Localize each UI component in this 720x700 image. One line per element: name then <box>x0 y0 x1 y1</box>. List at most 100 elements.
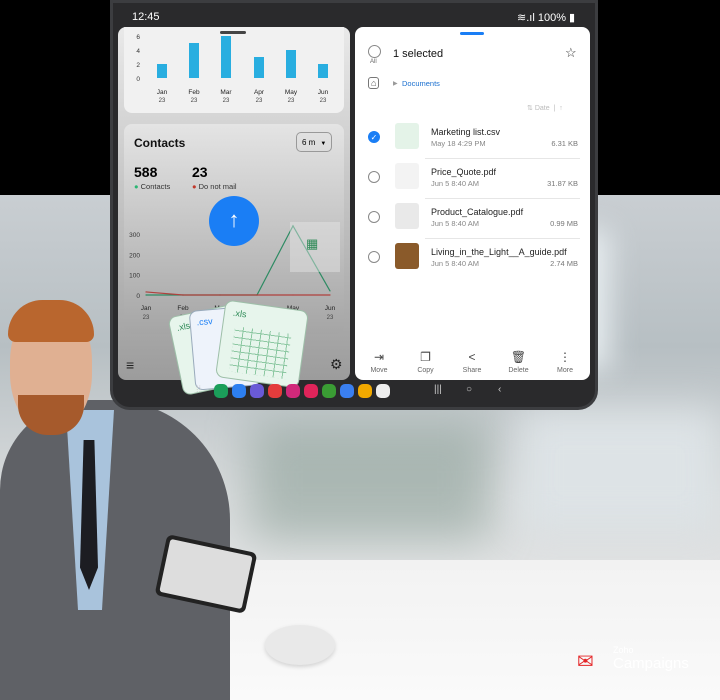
breadcrumb-documents[interactable]: Documents <box>402 79 440 88</box>
bixby-app-icon[interactable] <box>340 384 354 398</box>
select-all-checkbox[interactable] <box>368 45 381 58</box>
file-name: Marketing list.csv <box>431 127 501 137</box>
gear-icon[interactable]: ⚙ <box>330 356 343 373</box>
file-thumbnail <box>395 203 419 229</box>
bar-chart-card: 0 2 4 6 Jan 23 Feb 23 Mar 23 Apr 23 May 23 Jun 23 <box>124 27 344 113</box>
file-row[interactable]: ✓ Marketing list.csv May 18 4:29 PM 6.31… <box>355 123 590 163</box>
more-icon: ⋮ <box>559 350 571 364</box>
x-tick-month: Feb <box>177 305 189 312</box>
logo-zoho: Zoho <box>613 645 634 655</box>
x-tick-month: Mar <box>220 89 232 96</box>
bar <box>318 64 328 78</box>
sort-icon: ⇅ <box>527 105 535 112</box>
y-tick-label: 100 <box>129 273 140 280</box>
data-point <box>292 294 294 296</box>
file-card-label: .csv <box>196 315 214 328</box>
file-checkbox[interactable] <box>368 171 380 183</box>
file-manager-pane: All 1 selected ☆ ⌂ ▶ Documents ⇅ Date | … <box>355 27 590 380</box>
phone-app-icon[interactable] <box>214 384 228 398</box>
x-tick-year: 23 <box>256 98 263 104</box>
file-thumbnail <box>395 243 419 269</box>
file-date: Jun 5 8:40 AM <box>431 259 479 268</box>
selection-count: 1 selected <box>393 48 444 60</box>
upload-button[interactable]: ↑ <box>209 196 259 246</box>
gallery-app-icon[interactable] <box>286 384 300 398</box>
drag-handle[interactable] <box>220 31 246 34</box>
window-blur-2 <box>520 410 720 530</box>
notes-app-icon[interactable] <box>268 384 282 398</box>
file-checkbox[interactable]: ✓ <box>368 131 380 143</box>
delete-button[interactable]: 🗑 Delete <box>499 350 539 374</box>
file-size: 0.99 MB <box>550 219 578 228</box>
x-tick-month: Jan <box>141 305 152 312</box>
messages-app-icon[interactable] <box>232 384 246 398</box>
x-tick-month: Jun <box>318 89 329 96</box>
series-line <box>145 291 330 296</box>
file-name: Product_Catalogue.pdf <box>431 207 524 217</box>
file-name: Living_in_the_Light__A_guide.pdf <box>431 247 567 257</box>
dragged-file-preview: ▦ <box>290 222 340 272</box>
camera-app-icon[interactable] <box>304 384 318 398</box>
share-button[interactable]: < Share <box>452 350 492 374</box>
campaigns-app-icon[interactable] <box>376 384 390 398</box>
battery-level: 100% <box>537 12 566 24</box>
apps-folder-icon[interactable] <box>322 384 336 398</box>
logo-product: Campaigns <box>613 655 689 672</box>
file-checkbox[interactable] <box>368 211 380 223</box>
x-tick-month: Jun <box>325 305 336 312</box>
arrow-up-icon: | ↑ <box>549 105 563 112</box>
copy-button[interactable]: ❐ Copy <box>406 350 446 374</box>
x-tick-month: Feb <box>188 89 200 96</box>
bar <box>286 50 296 78</box>
data-point <box>145 291 147 293</box>
file-date: Jun 5 8:40 AM <box>431 179 479 188</box>
home-icon[interactable]: ○ <box>466 384 480 398</box>
trash-icon: 🗑 <box>510 350 527 364</box>
menu-icon[interactable]: ≡ <box>126 357 134 373</box>
select-all-label: All <box>370 59 377 65</box>
x-tick-month: Apr <box>254 89 265 96</box>
action-label: Share <box>462 367 482 374</box>
action-label: Copy <box>417 367 434 374</box>
star-icon[interactable]: ☆ <box>565 45 577 61</box>
file-row[interactable]: Price_Quote.pdf Jun 5 8:40 AM 31.87 KB <box>355 163 590 203</box>
data-point <box>329 294 331 296</box>
data-point <box>329 290 331 292</box>
sort-button[interactable]: ⇅ Date | ↑ <box>527 104 563 112</box>
share-icon: < <box>468 350 476 364</box>
internet-app-icon[interactable] <box>250 384 264 398</box>
file-checkbox[interactable] <box>368 251 380 263</box>
chevron-right-icon: ▶ <box>393 81 398 87</box>
x-tick-year: 23 <box>191 98 198 104</box>
files-app-icon[interactable] <box>358 384 372 398</box>
file-size: 6.31 KB <box>551 139 578 148</box>
divider <box>425 238 580 239</box>
divider <box>425 198 580 199</box>
y-tick-label: 2 <box>136 62 140 69</box>
y-tick-label: 200 <box>129 252 140 259</box>
data-point <box>256 294 258 296</box>
x-tick-year: 23 <box>143 315 150 321</box>
x-tick-year: 23 <box>327 315 334 321</box>
more-button[interactable]: ⋮ More <box>545 350 585 374</box>
cup <box>265 625 335 665</box>
wifi-signal-icon: ≋.ıl <box>517 12 538 24</box>
arrow-up-icon: ↑ <box>228 207 240 232</box>
apps-grid-icon[interactable]: ⁞⁞ <box>196 384 210 398</box>
recents-icon[interactable]: ||| <box>434 384 448 398</box>
home-folder-icon[interactable]: ⌂ <box>368 77 380 89</box>
file-thumbnail <box>395 123 419 149</box>
back-icon[interactable]: ‹ <box>498 384 512 398</box>
action-label: More <box>557 367 573 374</box>
move-button[interactable]: ⇥ Move <box>359 350 399 374</box>
x-tick-month: Jan <box>157 89 168 96</box>
status-icons: ≋.ıl 100% ▮ <box>517 11 575 24</box>
x-tick-year: 23 <box>159 98 166 104</box>
divider <box>425 158 580 159</box>
x-tick-year: 23 <box>223 98 230 104</box>
drag-handle[interactable] <box>460 32 484 35</box>
move-icon: ⇥ <box>373 350 385 364</box>
file-row[interactable]: Living_in_the_Light__A_guide.pdf Jun 5 8… <box>355 243 590 283</box>
bar <box>221 36 231 78</box>
file-row[interactable]: Product_Catalogue.pdf Jun 5 8:40 AM 0.99… <box>355 203 590 243</box>
